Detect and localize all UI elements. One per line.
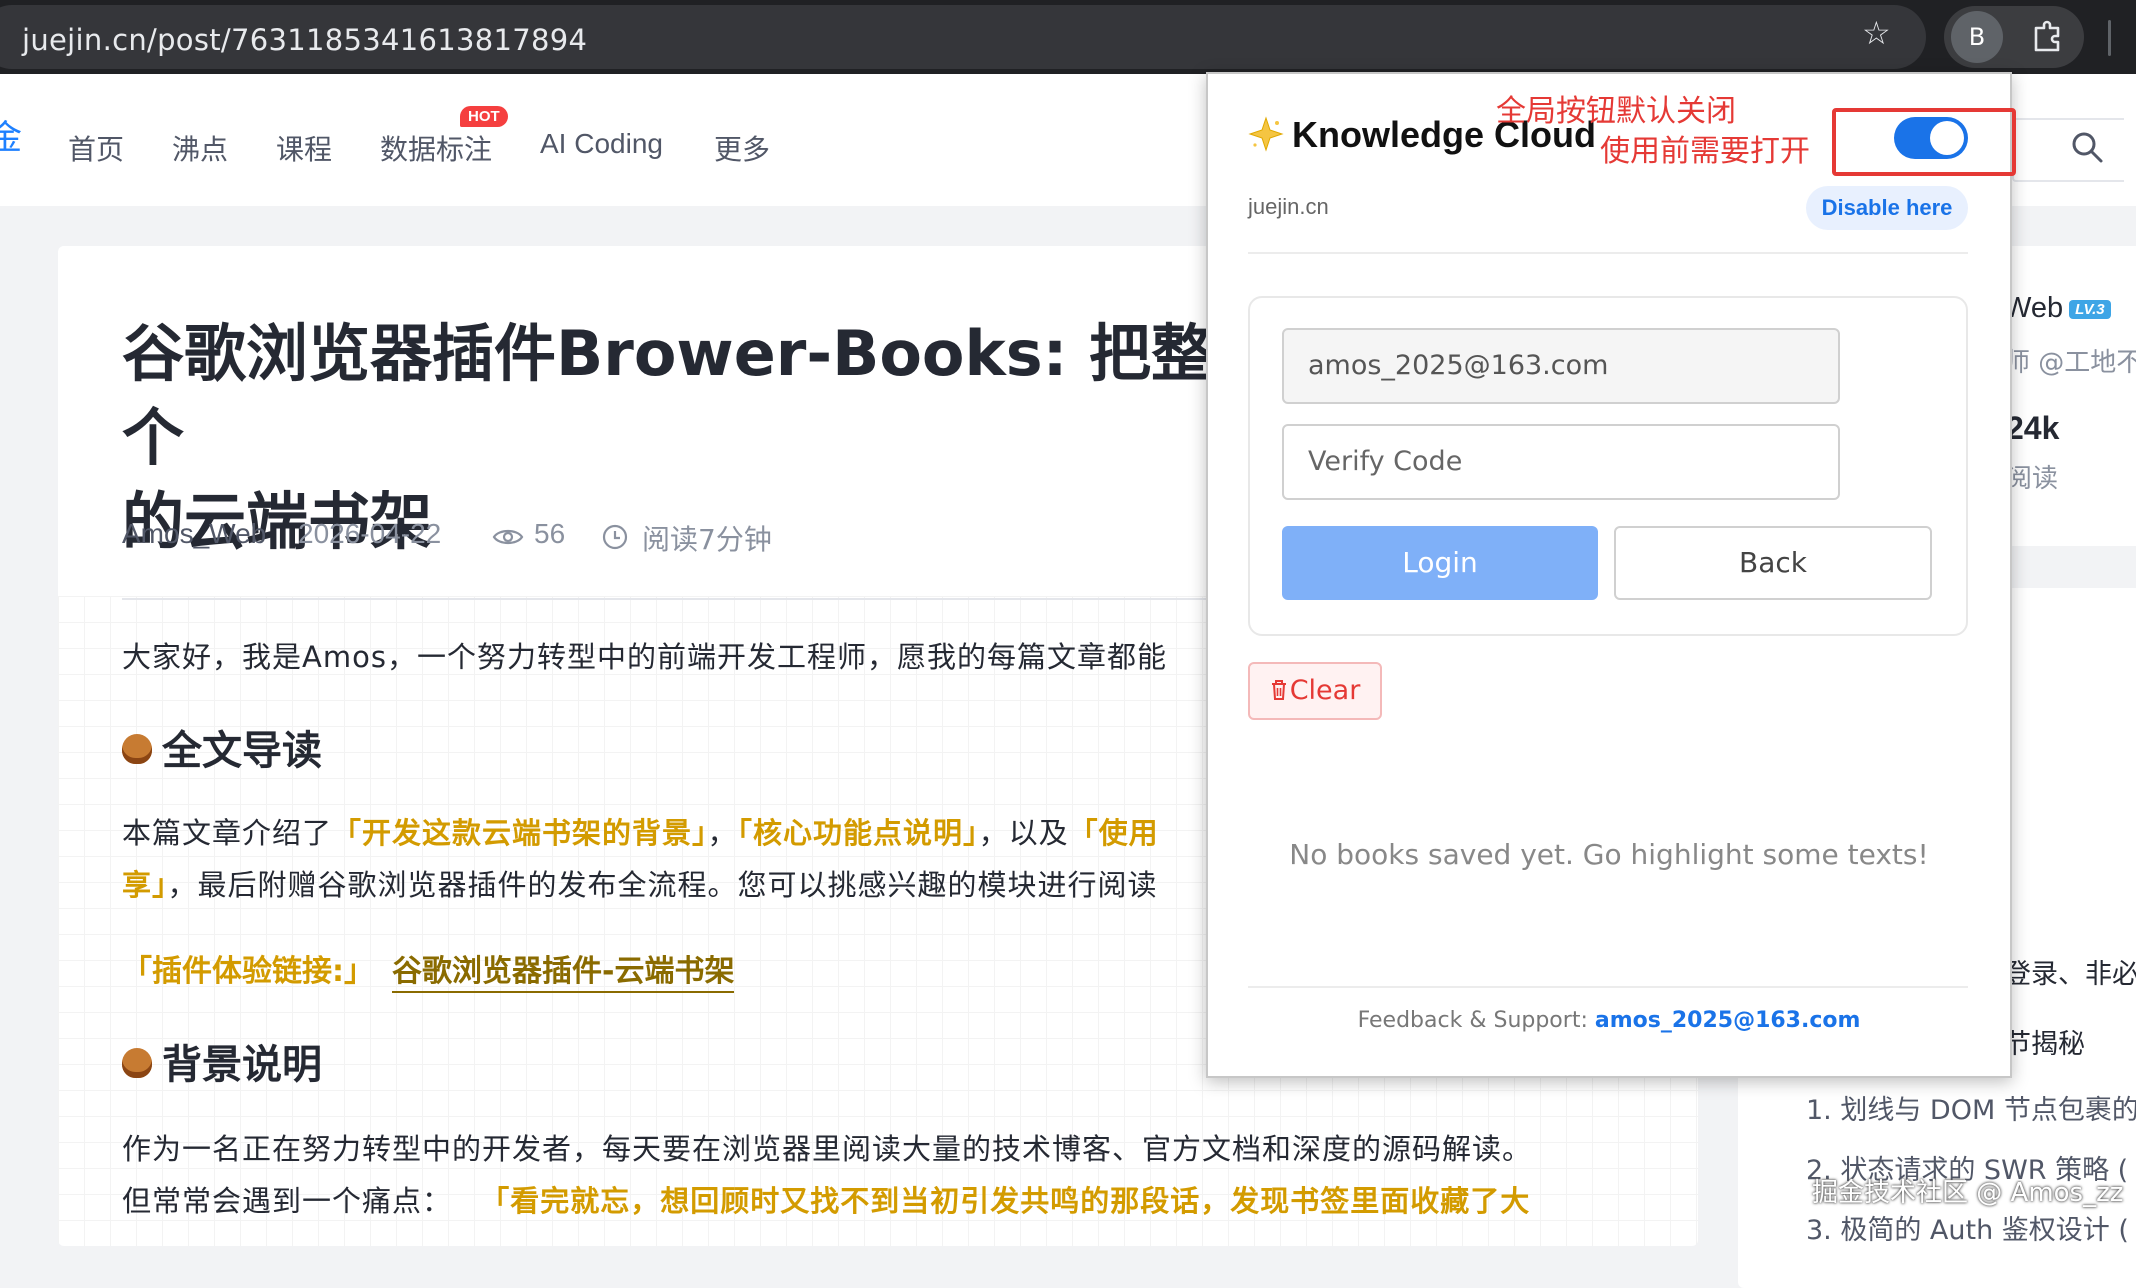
clear-button-label: Clear <box>1289 675 1361 706</box>
background-text: 但常常会遇到一个痛点： <box>122 1184 453 1218</box>
section-heading-background-text: 背景说明 <box>162 1042 322 1088</box>
extensions-puzzle-icon[interactable] <box>2030 18 2066 54</box>
toc-fragment[interactable]: 登录、非必 <box>2004 952 2136 991</box>
nav-item-data-label[interactable]: 数据标注 <box>380 128 492 168</box>
toolbar-divider <box>2108 20 2111 56</box>
back-button[interactable]: Back <box>1614 526 1932 600</box>
clock-icon <box>602 524 628 550</box>
guide-text: ，最后附赠谷歌浏览器插件的发布全流程。您可以挑感兴趣的模块进行阅读 <box>167 868 1158 902</box>
guide-paragraph-line2: 享」，最后附赠谷歌浏览器插件的发布全流程。您可以挑感兴趣的模块进行阅读 <box>122 862 1158 904</box>
hot-badge: HOT <box>460 106 508 127</box>
nav-item-ai-coding[interactable]: AI Coding <box>540 128 663 160</box>
guide-highlight: 「开发这款云端书架的背景」 <box>332 816 708 850</box>
author-name-text[interactable]: Web <box>2004 292 2063 324</box>
section-heading-background: 背景说明 <box>122 1032 322 1090</box>
stat-value: 24k <box>2006 410 2060 446</box>
toggle-knob <box>1930 121 1964 155</box>
publish-date: 2026-04-22 <box>298 518 442 549</box>
extension-popup: Knowledge Cloud 全局按钮默认关闭 使用前需要打开 juejin.… <box>1206 72 2016 1078</box>
toc-fragment[interactable]: 节揭秘 <box>2004 1022 2085 1061</box>
popup-footer: Feedback & Support: amos_2025@163.com <box>1208 1008 2010 1033</box>
empty-state-message: No books saved yet. Go highlight some te… <box>1289 838 1929 871</box>
search-input[interactable] <box>2012 118 2124 182</box>
background-paragraph-line2: 但常常会遇到一个痛点： 「看完就忘，想回顾时又找不到当初引发共鸣的那段话，发现书… <box>122 1178 1530 1220</box>
site-logo[interactable]: 金 <box>0 110 22 159</box>
section-bullet-icon <box>122 1048 152 1078</box>
plugin-link[interactable]: 谷歌浏览器插件-云端书架 <box>392 954 735 993</box>
verify-code-input[interactable]: Verify Code <box>1282 424 1840 500</box>
toc-item[interactable]: 1. 划线与 DOM 节点包裹的 <box>1806 1088 2136 1127</box>
current-domain: juejin.cn <box>1248 194 1329 219</box>
background-highlight: 「看完就忘，想回顾时又找不到当初引发共鸣的那段话，发现书签里面收藏了大 <box>480 1184 1531 1218</box>
disable-here-button[interactable]: Disable here <box>1806 186 1968 230</box>
guide-text: ，以及 <box>978 816 1069 850</box>
views-eye-icon <box>492 529 524 545</box>
sparkle-star-icon <box>1248 116 1284 152</box>
trash-icon <box>1271 679 1286 700</box>
email-field[interactable]: amos_2025@163.com <box>1282 328 1840 404</box>
footer-divider <box>1248 986 1968 988</box>
intro-paragraph: 大家好，我是Amos，一个努力转型中的前端开发工程师，愿我的每篇文章都能 <box>122 640 1167 674</box>
article-title-line1: 谷歌浏览器插件Brower-Books: 把整个 <box>122 317 1214 474</box>
watermark: 掘金技术社区 @ Amos_zz <box>1812 1178 2124 1208</box>
toc-item[interactable]: 3. 极简的 Auth 鉴权设计 ( <box>1806 1208 2129 1247</box>
nav-item-home[interactable]: 首页 <box>68 128 124 168</box>
stat-label: 阅读 <box>2006 464 2059 494</box>
guide-paragraph-line1: 本篇文章介绍了「开发这款云端书架的背景」，「核心功能点说明」，以及「使用 <box>122 810 1159 852</box>
login-button[interactable]: Login <box>1282 526 1598 600</box>
guide-text: 本篇文章介绍了 <box>122 816 333 850</box>
search-icon[interactable] <box>2070 130 2104 164</box>
nav-item-pins[interactable]: 沸点 <box>172 128 228 168</box>
level-badge: LV.3 <box>2069 299 2111 319</box>
plugin-link-label: 「插件体验链接:」 <box>122 954 374 989</box>
bookmark-star-icon[interactable]: ☆ <box>1862 17 1891 49</box>
guide-highlight: 享」 <box>122 868 168 902</box>
section-heading-guide-text: 全文导读 <box>162 728 322 774</box>
login-form: amos_2025@163.com Verify Code Login Back <box>1248 296 1968 636</box>
browser-toolbar: juejin.cn/post/7631185341613817894 ☆ B <box>0 0 2136 74</box>
section-bullet-icon <box>122 734 152 764</box>
popup-divider <box>1248 252 1968 254</box>
background-paragraph-line1: 作为一名正在努力转型中的开发者，每天要在浏览器里阅读大量的技术博客、官方文档和深… <box>122 1132 1533 1166</box>
guide-text: ， <box>707 816 738 850</box>
nav-item-courses[interactable]: 课程 <box>276 128 332 168</box>
nav-item-more[interactable]: 更多 <box>714 128 770 168</box>
author-name-fragment[interactable]: Web LV.3 <box>2004 292 2111 325</box>
read-time: 阅读7分钟 <box>642 523 772 556</box>
guide-highlight: 「核心功能点说明」 <box>737 816 979 850</box>
clear-button[interactable]: Clear <box>1248 662 1382 720</box>
annotation-line1: 全局按钮默认关闭 <box>1496 94 1736 129</box>
footer-label: Feedback & Support: <box>1357 1008 1588 1033</box>
global-toggle-switch[interactable] <box>1894 117 1968 159</box>
annotation-line2: 使用前需要打开 <box>1600 134 1810 169</box>
plugin-link-line: 「插件体验链接:」 谷歌浏览器插件-云端书架 <box>122 946 735 993</box>
section-heading-guide: 全文导读 <box>122 718 322 776</box>
author-role-fragment: 师 @工地不 <box>2004 348 2136 378</box>
support-email-link[interactable]: amos_2025@163.com <box>1595 1008 1861 1033</box>
url-text[interactable]: juejin.cn/post/7631185341613817894 <box>22 23 587 57</box>
author-name[interactable]: Amos_Web <box>122 518 266 550</box>
guide-highlight: 「使用 <box>1068 816 1159 850</box>
profile-avatar[interactable]: B <box>1951 11 2003 63</box>
view-count: 56 <box>534 518 566 549</box>
address-bar[interactable]: juejin.cn/post/7631185341613817894 <box>0 5 1926 69</box>
